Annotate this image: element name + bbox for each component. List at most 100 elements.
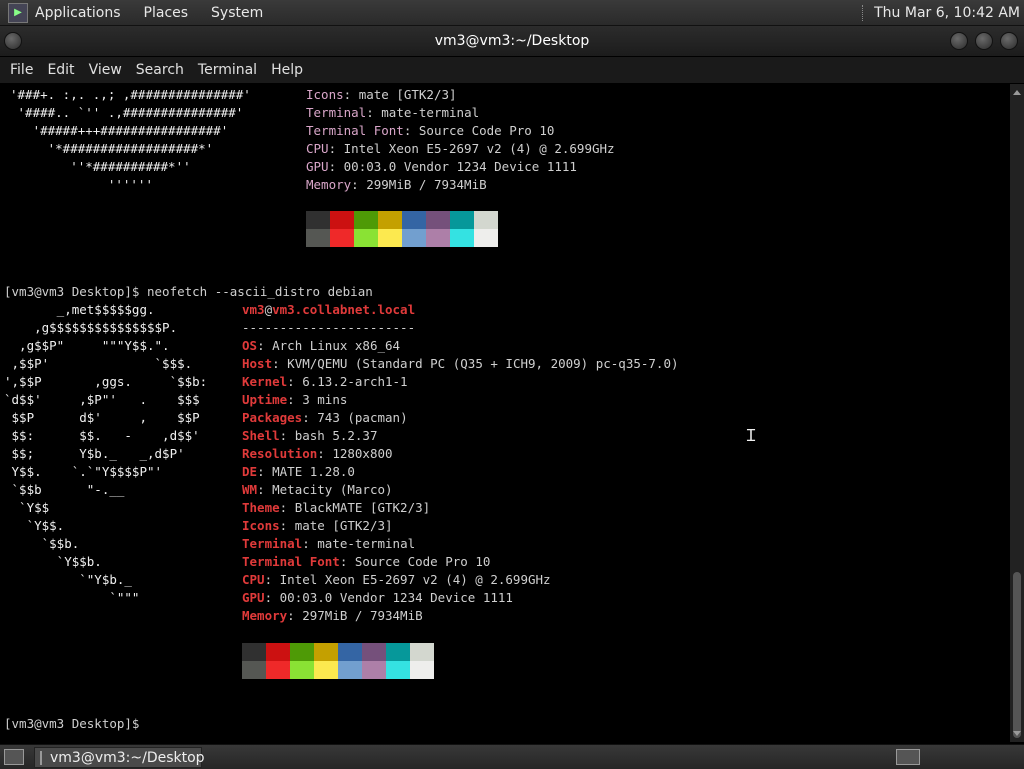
ascii-line: `$$b "-.__ bbox=[4, 482, 125, 497]
color-swatch bbox=[474, 211, 498, 229]
separator-line: ----------------------- bbox=[242, 320, 416, 335]
color-swatch bbox=[290, 661, 314, 679]
taskbar-window-label: vm3@vm3:~/Desktop bbox=[50, 749, 205, 766]
ascii-line: '###+. :,. .,; ,###############' bbox=[10, 87, 251, 102]
info-row: GPU: 00:03.0 Vendor 1234 Device 1111 bbox=[306, 159, 577, 174]
color-swatch bbox=[314, 661, 338, 679]
info-row: Memory: 297MiB / 7934MiB bbox=[242, 608, 423, 623]
top-panel: ▶ Applications Places System Thu Mar 6, … bbox=[0, 0, 1024, 26]
menubar: File Edit View Search Terminal Help bbox=[0, 57, 1024, 83]
menu-terminal[interactable]: Terminal bbox=[198, 62, 257, 78]
scroll-down-arrow-icon[interactable] bbox=[1013, 731, 1021, 736]
ascii-line: $$: $$. - ,d$$' bbox=[4, 428, 200, 443]
minimize-button[interactable] bbox=[950, 32, 968, 50]
workspace-switcher-icon[interactable] bbox=[896, 749, 920, 765]
panel-handle[interactable] bbox=[862, 4, 866, 21]
menu-file[interactable]: File bbox=[10, 62, 33, 78]
text-cursor-icon: Ｉ bbox=[743, 426, 760, 445]
color-swatch bbox=[386, 643, 410, 661]
color-swatch bbox=[266, 661, 290, 679]
close-button[interactable] bbox=[1000, 32, 1018, 50]
ascii-line: _,met$$$$$gg. bbox=[4, 302, 155, 317]
ascii-line: `$$b. bbox=[4, 536, 80, 551]
color-swatch bbox=[242, 643, 266, 661]
info-row: Uptime: 3 mins bbox=[242, 392, 348, 407]
info-row: CPU: Intel Xeon E5-2697 v2 (4) @ 2.699GH… bbox=[242, 572, 551, 587]
ascii-line: `"Y$b._ bbox=[4, 572, 132, 587]
info-row: OS: Arch Linux x86_64 bbox=[242, 338, 401, 353]
color-swatch bbox=[330, 229, 354, 247]
color-swatch bbox=[338, 661, 362, 679]
menu-view[interactable]: View bbox=[89, 62, 122, 78]
color-palette-bright bbox=[306, 229, 498, 247]
info-row: Icons: mate [GTK2/3] bbox=[306, 87, 457, 102]
ascii-line: `Y$$. bbox=[4, 518, 65, 533]
ascii-line: '''''' bbox=[10, 177, 153, 192]
shell-prompt[interactable]: [vm3@vm3 Desktop]$ bbox=[4, 715, 139, 733]
info-row: Memory: 299MiB / 7934MiB bbox=[306, 177, 487, 192]
color-swatch bbox=[410, 643, 434, 661]
info-row: Terminal: mate-terminal bbox=[306, 105, 480, 120]
info-row: DE: MATE 1.28.0 bbox=[242, 464, 355, 479]
info-row: GPU: 00:03.0 Vendor 1234 Device 1111 bbox=[242, 590, 513, 605]
color-palette-bright bbox=[242, 661, 434, 679]
menu-applications[interactable]: Applications bbox=[35, 5, 121, 21]
ascii-line: '*##################*' bbox=[10, 141, 214, 156]
info-row: Resolution: 1280x800 bbox=[242, 446, 393, 461]
info-row: Terminal Font: Source Code Pro 10 bbox=[242, 554, 491, 569]
color-swatch bbox=[450, 229, 474, 247]
color-swatch bbox=[402, 211, 426, 229]
ascii-line: `Y$$ bbox=[4, 500, 50, 515]
info-row: Icons: mate [GTK2/3] bbox=[242, 518, 393, 533]
menu-help[interactable]: Help bbox=[271, 62, 303, 78]
ascii-line: ,g$$P" """Y$$.". bbox=[4, 338, 170, 353]
color-swatch bbox=[354, 211, 378, 229]
ascii-line: `Y$$b. bbox=[4, 554, 102, 569]
color-swatch bbox=[386, 661, 410, 679]
color-swatch bbox=[338, 643, 362, 661]
info-row: Theme: BlackMATE [GTK2/3] bbox=[242, 500, 431, 515]
ascii-line: ,g$$$$$$$$$$$$$$$P. bbox=[4, 320, 178, 335]
menu-places[interactable]: Places bbox=[144, 5, 189, 21]
command-line: [vm3@vm3 Desktop]$ neofetch --ascii_dist… bbox=[4, 284, 373, 299]
window-titlebar[interactable]: vm3@vm3:~/Desktop bbox=[0, 26, 1024, 56]
bottom-panel: vm3@vm3:~/Desktop bbox=[0, 744, 1024, 769]
show-desktop-icon[interactable] bbox=[4, 749, 24, 765]
color-swatch bbox=[330, 211, 354, 229]
taskbar-window-button[interactable]: vm3@vm3:~/Desktop bbox=[34, 747, 205, 768]
color-swatch bbox=[426, 211, 450, 229]
color-swatch bbox=[362, 643, 386, 661]
terminal-output[interactable]: '###+. :,. .,; ,###############' '####..… bbox=[0, 84, 1010, 742]
terminal-scrollbar[interactable] bbox=[1010, 84, 1024, 742]
info-row: Terminal: mate-terminal bbox=[242, 536, 416, 551]
menu-system[interactable]: System bbox=[211, 5, 263, 21]
window-title: vm3@vm3:~/Desktop bbox=[434, 33, 590, 49]
info-row: Shell: bash 5.2.37 bbox=[242, 428, 378, 443]
menu-search[interactable]: Search bbox=[136, 62, 184, 78]
applications-menu-icon[interactable]: ▶ bbox=[8, 2, 28, 23]
info-row: WM: Metacity (Marco) bbox=[242, 482, 393, 497]
ascii-line: '#####+++################' bbox=[10, 123, 229, 138]
color-swatch bbox=[378, 229, 402, 247]
color-swatch bbox=[306, 211, 330, 229]
user-host-line: vm3@vm3.collabnet.local bbox=[242, 302, 416, 317]
ascii-line: ''*##########*'' bbox=[10, 159, 191, 174]
info-row: Terminal Font: Source Code Pro 10 bbox=[306, 123, 555, 138]
scrollbar-thumb[interactable] bbox=[1013, 572, 1021, 738]
ascii-line: $$P d$' , $$P bbox=[4, 410, 200, 425]
clock[interactable]: Thu Mar 6, 10:42 AM bbox=[874, 5, 1020, 21]
ascii-line: ,$$P' `$$$. bbox=[4, 356, 193, 371]
ascii-line: '####.. `'' .,###############' bbox=[10, 105, 244, 120]
menu-edit[interactable]: Edit bbox=[47, 62, 74, 78]
info-row: Host: KVM/QEMU (Standard PC (Q35 + ICH9,… bbox=[242, 356, 679, 371]
info-row: CPU: Intel Xeon E5-2697 v2 (4) @ 2.699GH… bbox=[306, 141, 615, 156]
color-swatch bbox=[402, 229, 426, 247]
info-row: Kernel: 6.13.2-arch1-1 bbox=[242, 374, 408, 389]
color-swatch bbox=[474, 229, 498, 247]
color-swatch bbox=[378, 211, 402, 229]
maximize-button[interactable] bbox=[975, 32, 993, 50]
color-swatch bbox=[242, 661, 266, 679]
scroll-up-arrow-icon[interactable] bbox=[1013, 90, 1021, 95]
ascii-line: Y$$. `.`"Y$$$$P"' bbox=[4, 464, 163, 479]
ascii-line: $$; Y$b._ _,d$P' bbox=[4, 446, 185, 461]
